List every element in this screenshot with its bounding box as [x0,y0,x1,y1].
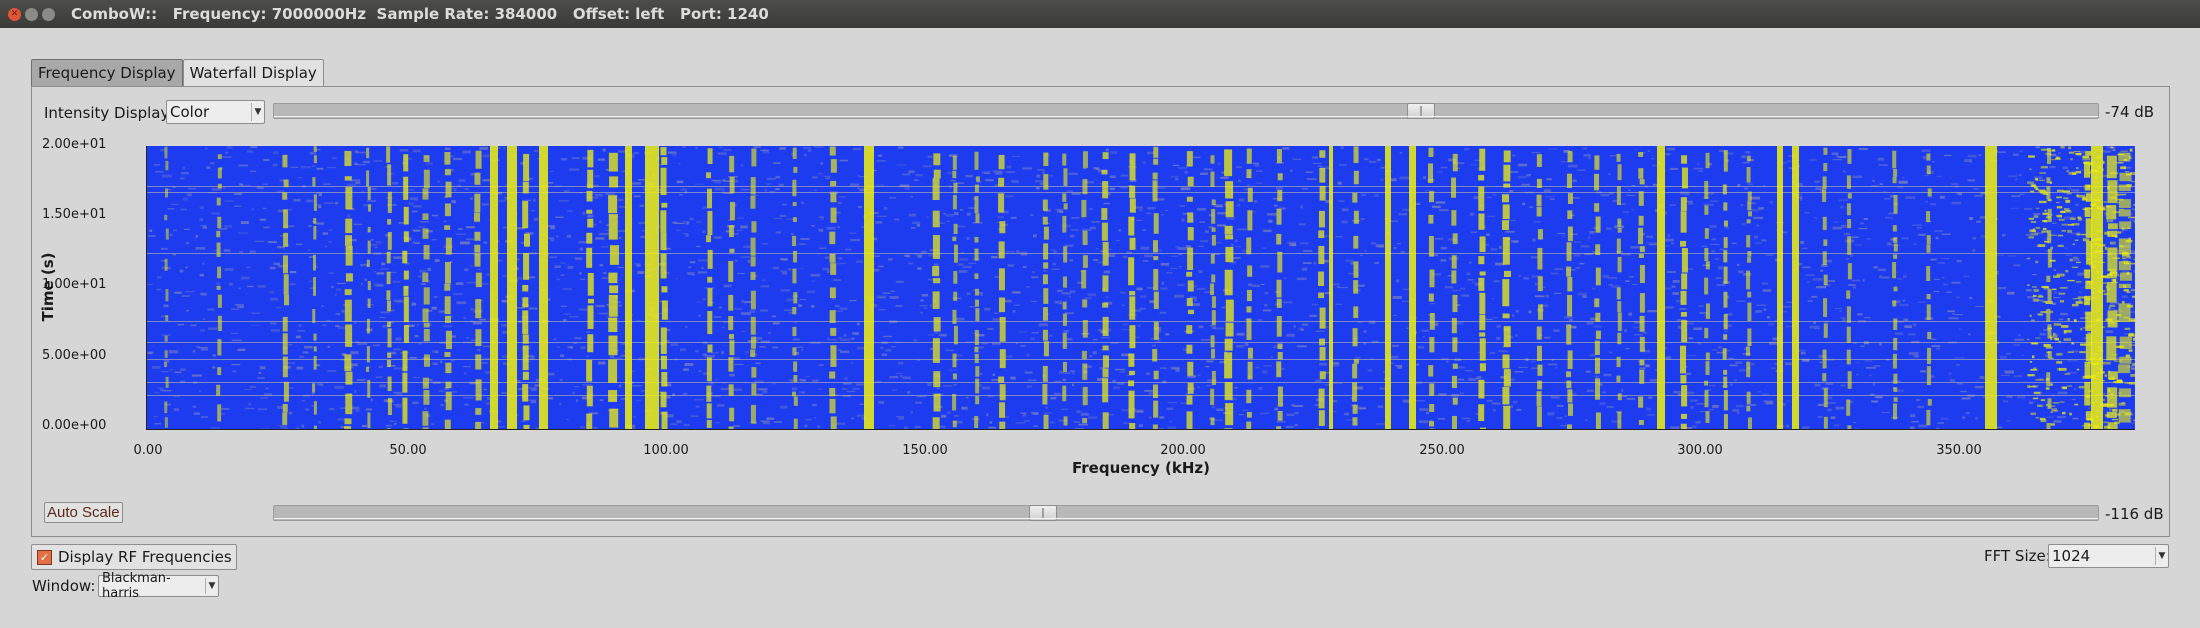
chevron-down-icon: ▼ [205,578,218,594]
window-title: ComboW:: Frequency: 7000000Hz Sample Rat… [71,5,769,23]
waterfall-plot[interactable] [147,146,2135,429]
tab-frequency-display[interactable]: Frequency Display [31,59,183,86]
display-rf-frequencies-checkbox[interactable]: ✓ Display RF Frequencies [31,544,237,570]
y-tick: 5.00e+00 [42,348,107,363]
fft-size-value: 1024 [2052,547,2091,565]
max-intensity-slider-handle[interactable] [1406,103,1435,119]
min-intensity-slider[interactable] [273,505,2099,521]
close-icon[interactable]: ✕ [8,7,21,21]
display-tabs: Frequency Display Waterfall Display [31,59,324,86]
x-tick: 350.00 [1936,443,1982,458]
intensity-display-value: Color [170,103,210,121]
x-tick: 150.00 [902,443,948,458]
x-axis-line [146,429,2135,430]
x-axis-label: Frequency (kHz) [1072,459,1210,477]
y-tick: 1.50e+01 [42,207,107,222]
y-tick: 0.00e+00 [42,418,107,433]
x-tick: 250.00 [1419,443,1465,458]
title-bar: ✕ ComboW:: Frequency: 7000000Hz Sample R… [0,0,2200,28]
checkmark-icon: ✓ [37,549,52,565]
maximize-icon[interactable] [42,7,55,21]
max-intensity-db: -74 dB [2105,103,2155,121]
tab-waterfall-display[interactable]: Waterfall Display [182,59,324,86]
y-axis-line [146,146,147,430]
intensity-display-label: Intensity Display: [44,104,174,122]
x-tick: 0.00 [133,443,163,458]
fft-size-label: FFT Size: [1984,547,2051,565]
x-tick: 300.00 [1677,443,1723,458]
window-controls: ✕ [8,7,55,21]
auto-scale-button[interactable]: Auto Scale [44,502,123,523]
window-value: Blackman-harris [102,571,171,601]
minimize-icon[interactable] [25,7,38,21]
waterfall-image [147,146,2135,429]
intensity-display-select[interactable]: Color ▼ [166,100,265,124]
x-tick: 100.00 [643,443,689,458]
fft-size-select[interactable]: 1024 ▼ [2048,544,2169,568]
window-select[interactable]: Blackman-harris ▼ [98,571,219,601]
max-intensity-slider[interactable] [273,103,2099,119]
x-tick: 50.00 [389,443,427,458]
chevron-down-icon: ▼ [251,103,264,121]
min-intensity-slider-handle[interactable] [1029,505,1058,521]
chevron-down-icon: ▼ [2155,547,2168,565]
min-intensity-db: -116 dB [2105,505,2164,523]
y-tick: 1.00e+01 [42,277,107,292]
y-tick: 2.00e+01 [42,137,107,152]
window-label: Window: [32,577,96,595]
x-tick: 200.00 [1160,443,1206,458]
display-rf-frequencies-label: Display RF Frequencies [58,548,232,566]
